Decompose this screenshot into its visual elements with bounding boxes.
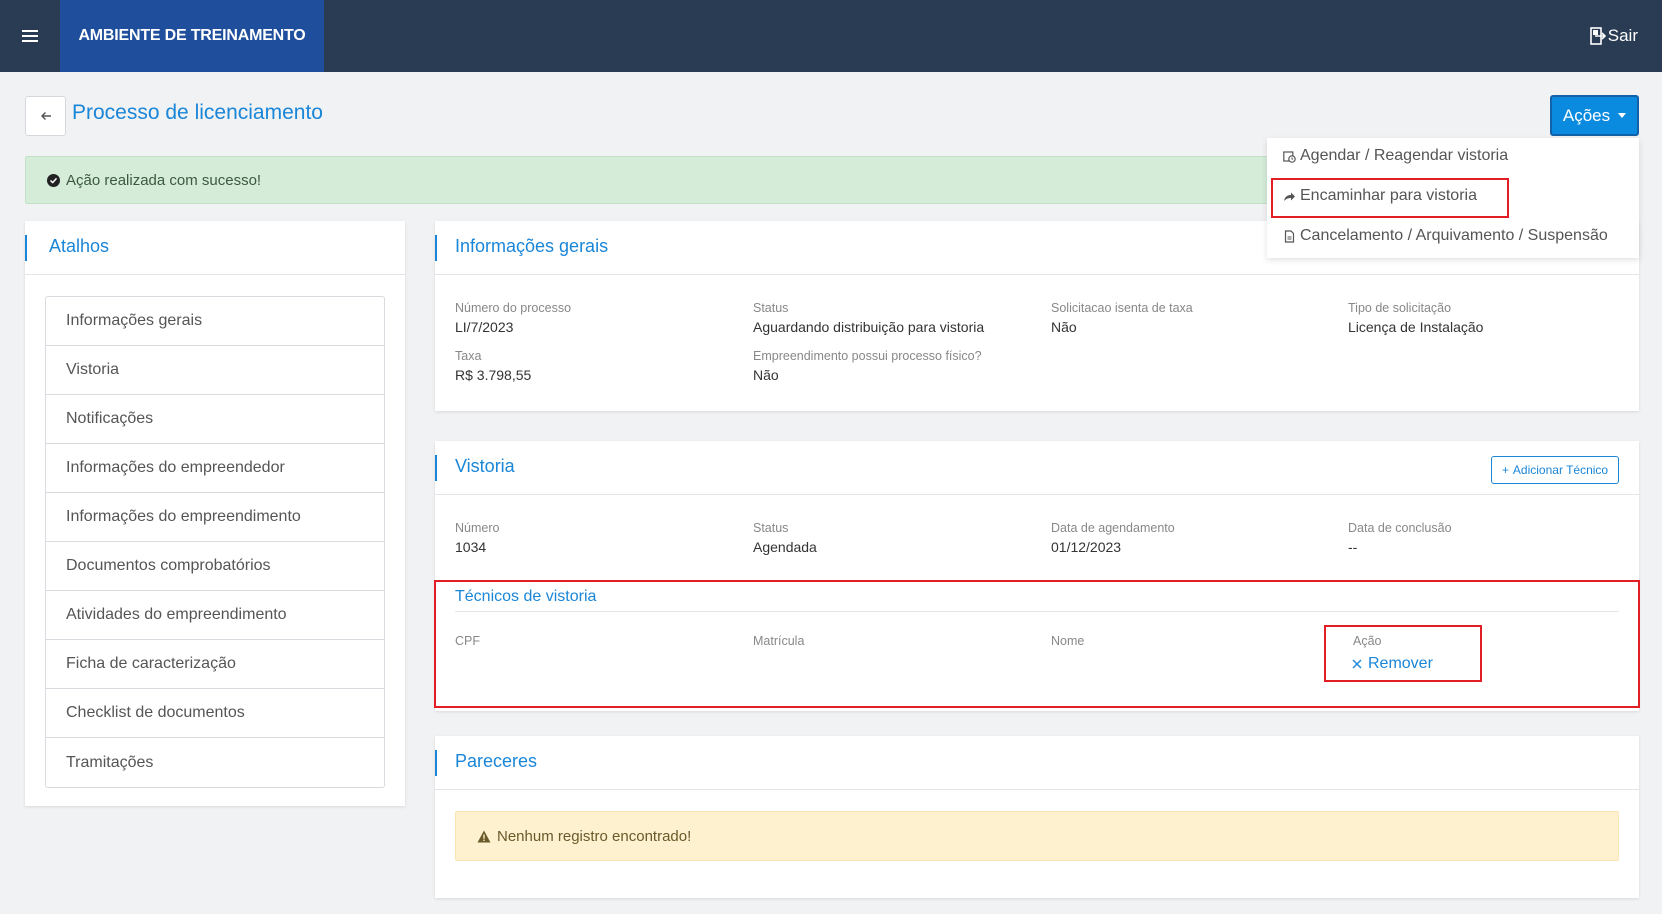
environment-badge: AMBIENTE DE TREINAMENTO [60,0,324,72]
vistoria-header: Vistoria + Adicionar Técnico [435,441,1639,495]
shortcut-informacoes-empreendedor[interactable]: Informações do empreendedor [46,444,384,493]
vistoria-status-label: Status [753,521,789,535]
vistoria-status-value: Agendada [753,539,817,555]
pareceres-card: Pareceres Nenhum registro encontrado! [435,736,1639,898]
menu-item-cancelamento[interactable]: Cancelamento / Arquivamento / Suspensão [1283,224,1608,248]
request-type-value: Licença de Instalação [1348,319,1484,335]
pareceres-header: Pareceres [435,736,1639,790]
warning-icon [477,830,491,842]
shortcut-documentos-comprobatorios[interactable]: Documentos comprobatórios [46,542,384,591]
document-icon [1284,229,1295,243]
add-technician-button[interactable]: + Adicionar Técnico [1491,456,1619,484]
shortcut-ficha-caracterizacao[interactable]: Ficha de caracterização [46,640,384,689]
arrow-left-icon [40,112,51,120]
shortcut-informacoes-empreendimento[interactable]: Informações do empreendimento [46,493,384,542]
highlight-remove [1324,625,1482,682]
physical-process-label: Empreendimento possui processo físico? [753,349,982,363]
hamburger-icon [22,30,38,42]
menu-toggle-button[interactable] [0,0,60,72]
pareceres-title: Pareceres [455,751,538,771]
top-navbar: AMBIENTE DE TREINAMENTO Sair [0,0,1662,72]
shortcut-vistoria[interactable]: Vistoria [46,346,384,395]
add-technician-label: Adicionar Técnico [1512,463,1609,477]
status-label: Status [753,301,789,315]
logout-label: Sair [1607,26,1638,45]
schedule-date-label: Data de agendamento [1051,521,1175,535]
highlight-encaminhar [1271,178,1509,218]
menu-item-label: Cancelamento / Arquivamento / Suspensão [1300,227,1608,244]
check-circle-icon [47,173,60,187]
vistoria-number-value: 1034 [455,539,487,555]
fee-exempt-value: Não [1051,319,1077,335]
plus-icon: + [1501,463,1509,477]
shortcut-informacoes-gerais[interactable]: Informações gerais [46,297,384,346]
fee-value: R$ 3.798,55 [455,367,532,383]
accent-bar [435,750,437,776]
actions-label: Ações [1562,105,1611,125]
success-message: Ação realizada com sucesso! [66,171,262,189]
vistoria-number-label: Número [455,521,500,535]
caret-down-icon [1618,113,1627,118]
request-type-label: Tipo de solicitação [1348,301,1452,315]
accent-bar [435,235,437,261]
logout-button[interactable]: Sair [1589,0,1638,72]
conclusion-date-label: Data de conclusão [1348,521,1452,535]
back-button[interactable] [25,96,66,136]
vistoria-title: Vistoria [455,456,515,476]
status-value: Aguardando distribuição para vistoria [753,319,985,335]
empty-message: Nenhum registro encontrado! [497,827,692,845]
shortcut-list: Informações gerais Vistoria Notificações… [45,296,385,788]
schedule-date-value: 01/12/2023 [1051,539,1122,555]
fee-exempt-label: Solicitacao isenta de taxa [1051,301,1193,315]
fee-label: Taxa [455,349,482,363]
exit-door-icon [1589,27,1606,45]
conclusion-date-value: -- [1348,539,1358,555]
calendar-clock-icon [1283,150,1296,163]
shortcut-atividades-empreendimento[interactable]: Atividades do empreendimento [46,591,384,640]
page-title: Processo de licenciamento [72,101,323,124]
shortcut-checklist-documentos[interactable]: Checklist de documentos [46,689,384,738]
process-number-value: LI/7/2023 [455,319,514,335]
menu-item-label: Agendar / Reagendar vistoria [1300,147,1509,164]
accent-bar [435,455,437,481]
general-info-title: Informações gerais [455,236,609,256]
actions-dropdown-button[interactable]: Ações [1550,95,1639,136]
shortcut-notificacoes[interactable]: Notificações [46,395,384,444]
shortcuts-header: Atalhos [25,221,405,275]
shortcuts-title: Atalhos [49,236,110,256]
physical-process-value: Não [753,367,779,383]
accent-bar [25,235,27,261]
shortcuts-card: Atalhos Informações gerais Vistoria Noti… [25,221,405,806]
menu-item-agendar-vistoria[interactable]: Agendar / Reagendar vistoria [1283,144,1508,168]
process-number-label: Número do processo [455,301,572,315]
empty-warning-alert: Nenhum registro encontrado! [455,811,1619,861]
shortcut-tramitacoes[interactable]: Tramitações [46,738,384,787]
